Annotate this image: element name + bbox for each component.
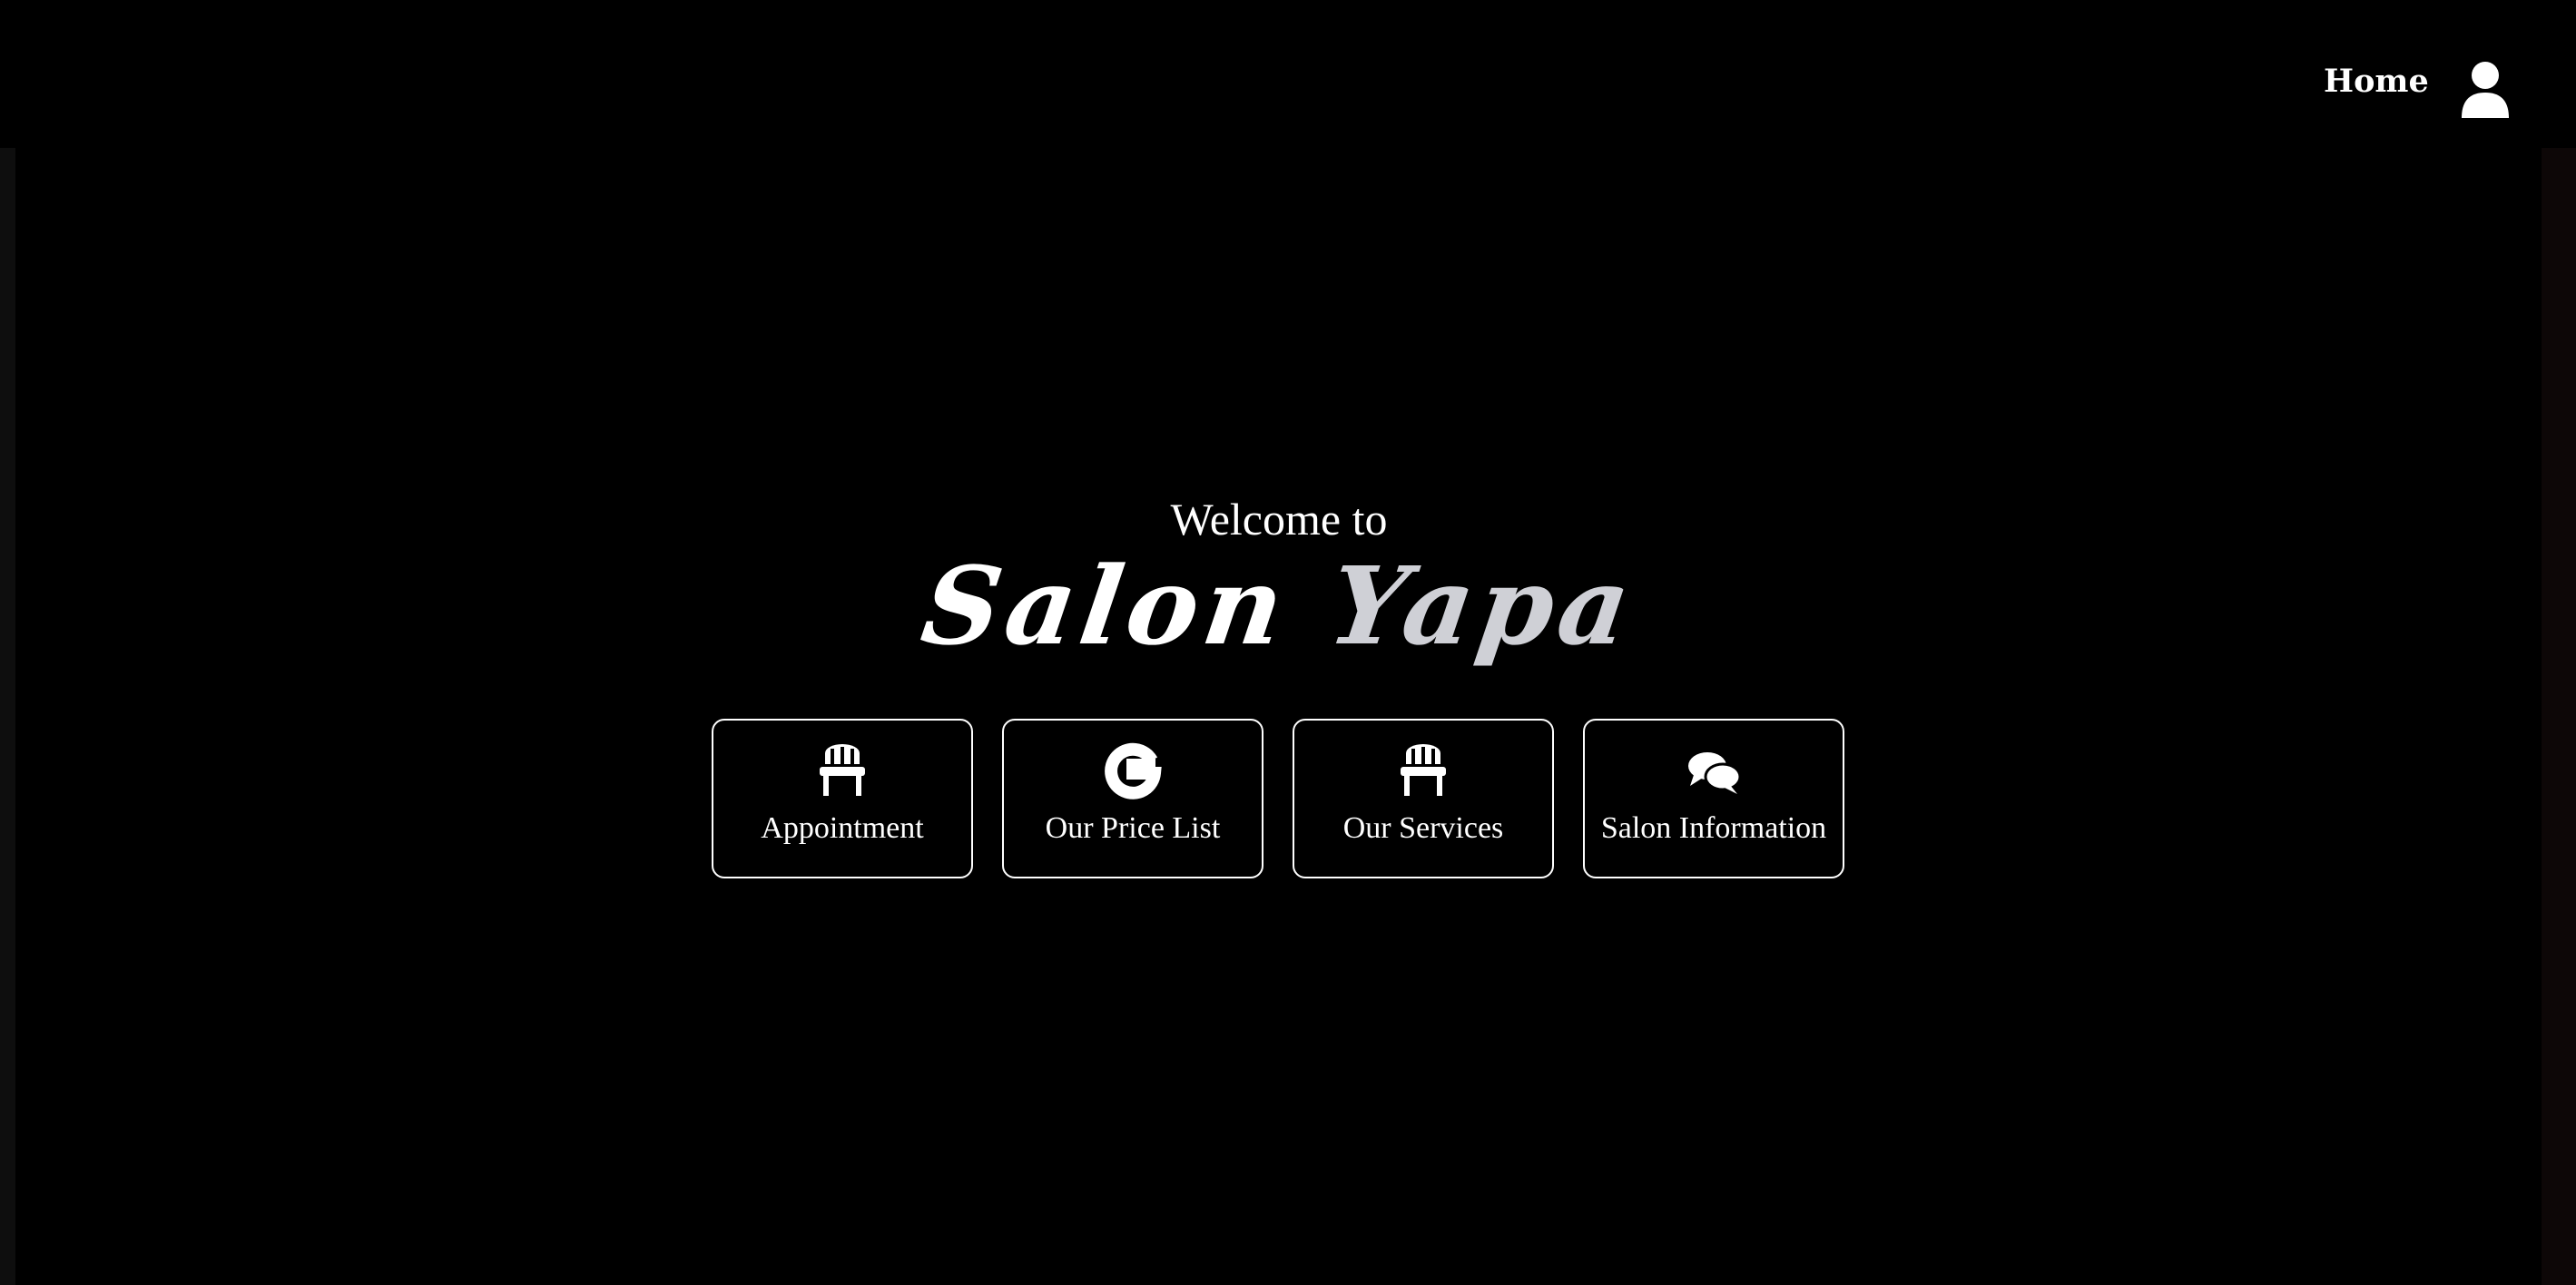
welcome-text: Welcome to (1170, 494, 1388, 544)
nav-home-link[interactable]: Home (2324, 65, 2429, 97)
google-icon (1105, 742, 1162, 799)
left-edge-strip (0, 148, 15, 1285)
price-list-card[interactable]: Our Price List (1002, 719, 1263, 878)
price-list-label: Our Price List (1045, 811, 1221, 845)
brand-word-salon: Salon (914, 543, 1297, 669)
salon-information-card[interactable]: Salon Information (1583, 719, 1844, 878)
chair-icon (820, 744, 865, 796)
chair-icon (1401, 744, 1446, 796)
salon-information-label: Salon Information (1600, 811, 1827, 845)
action-cards: Appointment Our Price List Our Services (712, 719, 1844, 878)
chat-bubbles-icon (1688, 752, 1742, 794)
salon-brand-title: Salon Yapa (0, 543, 2567, 669)
user-icon[interactable] (2458, 60, 2512, 120)
brand-word-yapa: Yapa (1322, 543, 1644, 669)
appointment-label: Appointment (761, 811, 924, 845)
services-card[interactable]: Our Services (1293, 719, 1554, 878)
services-label: Our Services (1342, 811, 1504, 845)
page: Home Welcome to Salon Yapa Appointment O… (0, 0, 2576, 1285)
appointment-card[interactable]: Appointment (712, 719, 973, 878)
right-edge-strip (2542, 148, 2576, 1285)
top-navbar: Home (0, 0, 2576, 148)
